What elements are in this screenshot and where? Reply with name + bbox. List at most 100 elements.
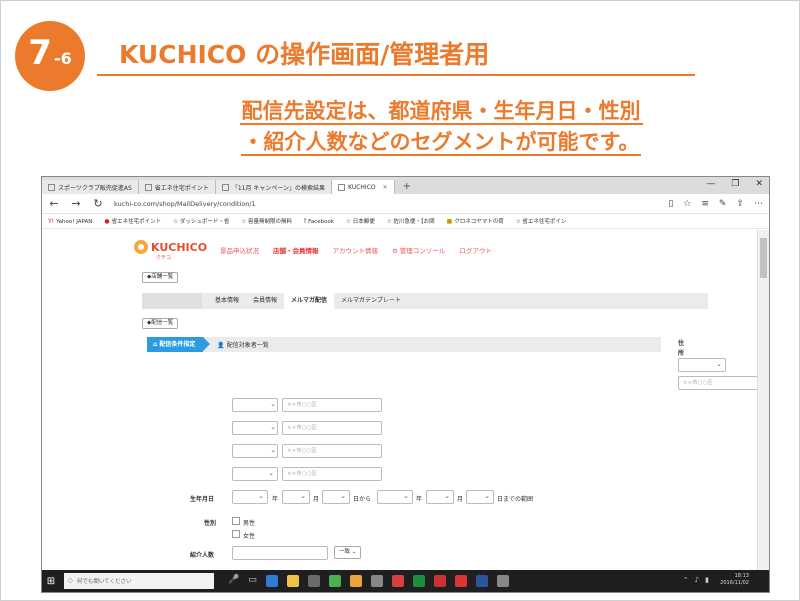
browser-tab[interactable]: 「11月 キャンペーン」の検索結果 bbox=[215, 180, 333, 194]
browser-tab[interactable]: スポーツクラブ販売促進AS bbox=[42, 180, 139, 194]
photos-icon[interactable] bbox=[496, 575, 509, 587]
network-icon[interactable]: ⌃ bbox=[683, 576, 689, 584]
chevron-down-icon: ⌄ bbox=[268, 469, 274, 477]
prefecture-select[interactable]: ⌄ bbox=[678, 358, 726, 372]
delivery-list-button[interactable]: ◆配信一覧 bbox=[142, 318, 179, 329]
prefecture-select-4[interactable]: ⌄ bbox=[232, 467, 278, 481]
birth-month-to[interactable]: ⌄ bbox=[426, 490, 454, 504]
bookmark-item[interactable]: ☆ 日本郵便 bbox=[346, 217, 375, 225]
edge-icon[interactable] bbox=[265, 575, 278, 587]
acrobat-icon[interactable] bbox=[433, 575, 446, 587]
url-field[interactable]: kuchi-co.com/shop/MailDelivery/condition… bbox=[114, 200, 658, 208]
web-page: KUCHICO クチコ 景品申込状況 店舗・会員情報 アカウント情報 ⚙ 管理コ… bbox=[42, 230, 764, 572]
word-icon[interactable] bbox=[475, 575, 488, 587]
battery-icon[interactable]: ▮ bbox=[705, 576, 709, 584]
male-checkbox[interactable] bbox=[232, 517, 240, 525]
minimize-icon[interactable]: — bbox=[706, 179, 715, 189]
kuchico-logo[interactable]: KUCHICO bbox=[134, 240, 207, 254]
tab-basic-info[interactable]: 基本情報 bbox=[208, 293, 246, 309]
birth-month-from[interactable]: ⌄ bbox=[282, 490, 310, 504]
birth-year-to[interactable]: ⌄ bbox=[377, 490, 413, 504]
city-field-3[interactable]: ××市○○区 bbox=[282, 444, 382, 458]
bookmark-item[interactable]: Y! Yahoo! JAPAN bbox=[48, 218, 92, 225]
forward-arrow-icon[interactable]: → bbox=[70, 197, 82, 210]
clock[interactable]: 18:13 2016/11/02 bbox=[720, 573, 749, 587]
section-badge: 7 -6 bbox=[15, 21, 85, 91]
blurred-store-name bbox=[142, 293, 202, 309]
tab-newsletter[interactable]: メルマガ配信 bbox=[284, 293, 335, 309]
tab-newsletter-template[interactable]: メルマガテンプレート bbox=[334, 293, 408, 309]
chevron-down-icon: ⌄ bbox=[270, 423, 276, 431]
birth-year-from[interactable]: ⌄ bbox=[232, 490, 268, 504]
favorite-star-icon[interactable]: ☆ bbox=[683, 199, 691, 209]
logo-subtitle: クチコ bbox=[156, 255, 172, 261]
bookmark-item[interactable]: ☆ 省エネ住宅ポイン bbox=[516, 217, 567, 225]
bookmark-item[interactable]: f Facebook bbox=[304, 218, 334, 225]
maximize-icon[interactable]: ❐ bbox=[731, 179, 739, 189]
page-icon bbox=[48, 183, 55, 191]
windows-start-icon[interactable]: ⊞ bbox=[42, 570, 60, 592]
birth-day-from[interactable]: ⌄ bbox=[322, 490, 350, 504]
month-label: 月 bbox=[313, 496, 320, 503]
bookmark-item[interactable]: ☆ ダッシュボード・省 bbox=[173, 217, 229, 225]
subtitle-line-2: ・紹介人数などのセグメントが可能です。 bbox=[240, 130, 642, 156]
city-field-side[interactable]: ××市○○区 bbox=[678, 376, 764, 390]
badge-sub-number: -6 bbox=[53, 49, 72, 68]
nav-item-prize-status[interactable]: 景品申込状況 bbox=[220, 245, 259, 255]
gender-label: 性別 bbox=[204, 520, 217, 527]
more-icon[interactable]: ⋯ bbox=[754, 199, 763, 209]
refresh-icon[interactable]: ↻ bbox=[92, 197, 104, 210]
logo-icon bbox=[134, 240, 148, 254]
volume-icon[interactable]: ♪ bbox=[695, 576, 699, 584]
prefecture-select-2[interactable]: ⌄ bbox=[232, 421, 278, 435]
task-view-icon[interactable]: ▭ bbox=[248, 575, 257, 587]
city-field-2[interactable]: ××市○○区 bbox=[282, 421, 382, 435]
nav-item-account[interactable]: アカウント情報 bbox=[333, 245, 379, 255]
slide: 7 -6 KUCHICO の操作画面/管理者用 配信先設定は、都道府県・生年月日… bbox=[0, 0, 800, 601]
scroll-thumb[interactable] bbox=[760, 238, 767, 278]
prefecture-select-3[interactable]: ⌄ bbox=[232, 444, 278, 458]
back-arrow-icon[interactable]: ← bbox=[48, 197, 60, 210]
nav-item-logout[interactable]: ログアウト bbox=[459, 245, 492, 255]
leaf-icon: ● bbox=[104, 218, 110, 225]
bookmark-item[interactable]: ☆ 容量無制限の無料 bbox=[241, 217, 292, 225]
nav-item-admin-console[interactable]: ⚙ 管理コンソール bbox=[392, 245, 445, 255]
chevron-down-icon: ⌄ bbox=[270, 446, 276, 454]
nav-item-store-members[interactable]: 店舗・会員情報 bbox=[273, 245, 319, 255]
prefecture-select-1[interactable]: ⌄ bbox=[232, 398, 278, 412]
birth-day-to[interactable]: ⌄ bbox=[466, 490, 494, 504]
app-icon[interactable] bbox=[391, 575, 404, 587]
browser-tab[interactable]: 省エネ住宅ポイント bbox=[138, 180, 216, 194]
app-icon[interactable] bbox=[370, 575, 383, 587]
mic-icon[interactable]: 🎤 bbox=[228, 575, 239, 587]
new-tab-button[interactable]: + bbox=[395, 180, 419, 194]
browser-tab-active[interactable]: KUCHICO ✕ bbox=[332, 180, 395, 194]
step-target-list[interactable]: 👤 配信対象者一覧 bbox=[203, 340, 268, 349]
match-select[interactable]: 一致 ⌄ bbox=[334, 546, 362, 559]
bookmark-item[interactable]: ● 省エネ住宅ポイント bbox=[104, 217, 161, 225]
step-condition[interactable]: ⌂ 配信条件指定 bbox=[147, 337, 211, 352]
share-icon[interactable]: ⇧ bbox=[736, 199, 744, 209]
top-navigation: 景品申込状況 店舗・会員情報 アカウント情報 ⚙ 管理コンソール ログアウト bbox=[220, 245, 492, 255]
excel-icon[interactable] bbox=[412, 575, 425, 587]
bookmark-item[interactable]: ☆ 佐川急便・【お問 bbox=[387, 217, 435, 225]
taskbar-search[interactable]: ○ 何でも聞いてください bbox=[64, 573, 214, 589]
note-icon[interactable]: ✎ bbox=[719, 199, 727, 209]
reading-view-icon[interactable]: ▯ bbox=[668, 199, 673, 209]
hub-icon[interactable]: ≡ bbox=[701, 199, 709, 209]
close-window-icon[interactable]: ✕ bbox=[755, 179, 763, 189]
app-icon[interactable] bbox=[349, 575, 362, 587]
close-icon[interactable]: ✕ bbox=[383, 184, 388, 191]
chrome-icon[interactable] bbox=[328, 575, 341, 587]
explorer-icon[interactable] bbox=[286, 575, 299, 587]
store-list-button[interactable]: ◆店舗一覧 bbox=[142, 272, 179, 283]
store-icon[interactable] bbox=[307, 575, 320, 587]
pdf-icon[interactable] bbox=[454, 575, 467, 587]
city-field-4[interactable]: ××市○○区 bbox=[282, 467, 382, 481]
bookmark-item[interactable]: ■ クロネコヤマトの荷 bbox=[447, 217, 504, 225]
page-scrollbar[interactable] bbox=[757, 230, 769, 572]
tab-member-info[interactable]: 会員情報 bbox=[246, 293, 284, 309]
referrals-count-field[interactable] bbox=[232, 546, 328, 560]
city-field-1[interactable]: ××市○○区 bbox=[282, 398, 382, 412]
female-checkbox[interactable] bbox=[232, 530, 240, 538]
